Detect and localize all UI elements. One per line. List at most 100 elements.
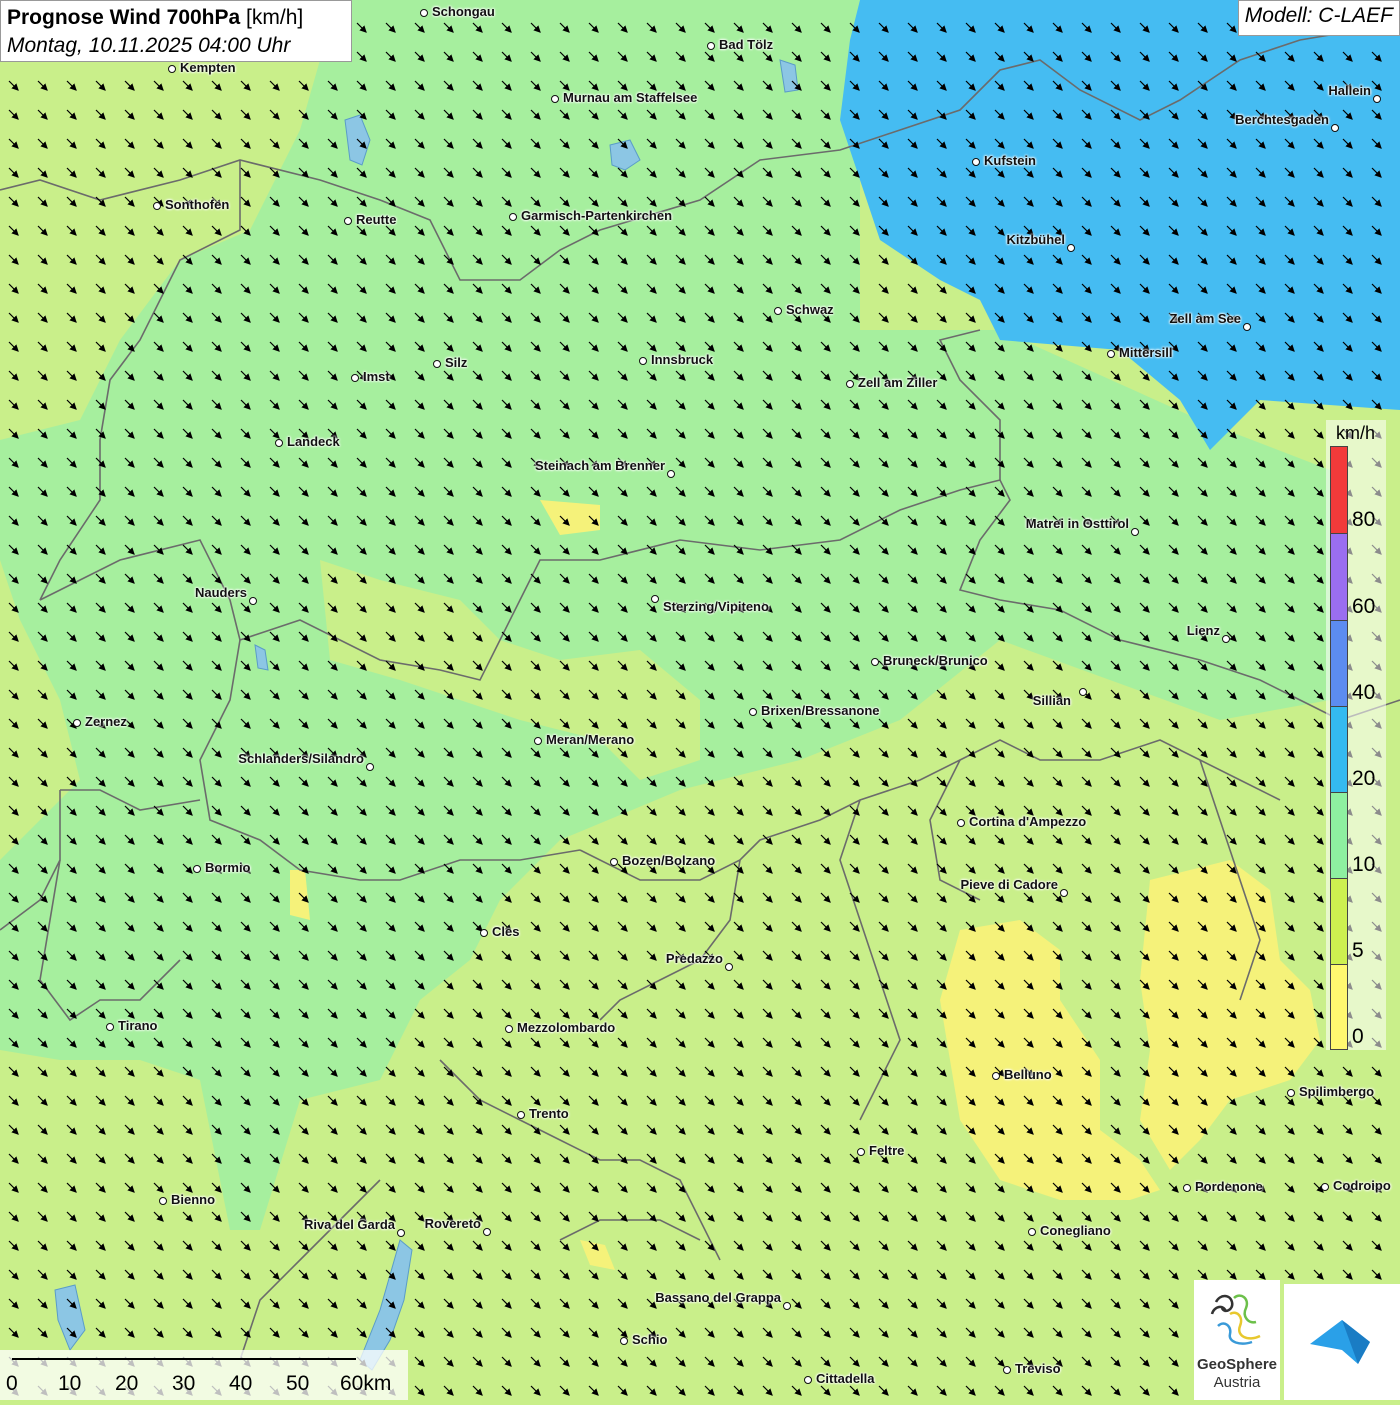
city-label[interactable]: Kempten xyxy=(180,60,236,75)
city-marker-icon xyxy=(420,9,428,17)
city-label[interactable]: Conegliano xyxy=(1040,1223,1111,1238)
city-marker-icon xyxy=(783,1302,791,1310)
city-label[interactable]: Bienno xyxy=(171,1192,215,1207)
city-marker-icon xyxy=(1003,1366,1011,1374)
legend-bar-80-plus xyxy=(1330,446,1348,534)
city-marker-icon xyxy=(972,158,980,166)
legend-bar-60-80 xyxy=(1330,533,1348,621)
map-title: Prognose Wind 700hPa [km/h] Montag, 10.1… xyxy=(0,0,352,62)
city-label[interactable]: Zernez xyxy=(85,714,127,729)
city-label[interactable]: Zell am Ziller xyxy=(858,375,937,390)
city-label[interactable]: Predazzo xyxy=(666,951,723,966)
city-marker-icon xyxy=(1131,528,1139,536)
city-label[interactable]: Trento xyxy=(529,1106,569,1121)
geosphere-logo[interactable]: GeoSphere Austria xyxy=(1194,1280,1280,1400)
city-label[interactable]: Imst xyxy=(363,369,390,384)
city-label[interactable]: Treviso xyxy=(1015,1361,1061,1376)
city-label[interactable]: Kitzbühel xyxy=(1007,232,1066,247)
city-label[interactable]: Riva del Garda xyxy=(304,1217,395,1232)
scale-tick: 50 xyxy=(286,1372,310,1395)
legend-unit: km/h xyxy=(1336,423,1376,443)
city-label[interactable]: Steinach am Brenner xyxy=(535,458,665,473)
city-label[interactable]: Feltre xyxy=(869,1143,904,1158)
city-label[interactable]: Sonthofen xyxy=(165,197,229,212)
city-label[interactable]: Murnau am Staffelsee xyxy=(563,90,697,105)
city-marker-icon xyxy=(480,929,488,937)
city-label[interactable]: Codroipo xyxy=(1333,1178,1391,1193)
city-label[interactable]: Cles xyxy=(492,924,519,939)
city-marker-icon xyxy=(871,658,879,666)
city-label[interactable]: Cittadella xyxy=(816,1371,875,1386)
city-marker-icon xyxy=(73,719,81,727)
city-marker-icon xyxy=(351,374,359,382)
weather-app-logo[interactable] xyxy=(1284,1284,1400,1400)
city-label[interactable]: Schwaz xyxy=(786,302,834,317)
city-label[interactable]: Matrei in Osttirol xyxy=(1026,516,1129,531)
logo-line2: Austria xyxy=(1213,1374,1261,1391)
city-marker-icon xyxy=(534,737,542,745)
city-marker-icon xyxy=(106,1023,114,1031)
city-marker-icon xyxy=(517,1111,525,1119)
city-label[interactable]: Schio xyxy=(632,1332,667,1347)
city-marker-icon xyxy=(509,213,517,221)
city-marker-icon xyxy=(992,1072,1000,1080)
city-label[interactable]: Mezzolombardo xyxy=(517,1020,615,1035)
legend-bar-10-20 xyxy=(1330,792,1348,880)
city-label[interactable]: Schlanders/Silandro xyxy=(238,751,364,766)
city-marker-icon xyxy=(651,595,659,603)
city-label[interactable]: Kufstein xyxy=(984,153,1036,168)
city-label[interactable]: Bad Tölz xyxy=(719,37,773,52)
scale-tick: 40 xyxy=(229,1372,253,1395)
city-label[interactable]: Bozen/Bolzano xyxy=(622,853,715,868)
city-marker-icon xyxy=(153,202,161,210)
city-marker-icon xyxy=(505,1025,513,1033)
city-label[interactable]: Reutte xyxy=(356,212,396,227)
city-label[interactable]: Bassano del Grappa xyxy=(655,1290,781,1305)
city-marker-icon xyxy=(397,1229,405,1237)
scale-tick: 10 xyxy=(58,1372,82,1395)
city-label[interactable]: Zell am See xyxy=(1169,311,1241,326)
scale-line xyxy=(12,1358,356,1360)
city-label[interactable]: Belluno xyxy=(1004,1067,1052,1082)
city-label[interactable]: Pordenone xyxy=(1195,1179,1263,1194)
city-label[interactable]: Meran/Merano xyxy=(546,732,634,747)
city-label[interactable]: Brixen/Bressanone xyxy=(761,703,880,718)
city-marker-icon xyxy=(366,763,374,771)
city-label[interactable]: Silz xyxy=(445,355,467,370)
city-label[interactable]: Sterzing/Vipiteno xyxy=(663,599,769,614)
city-marker-icon xyxy=(804,1376,812,1384)
city-marker-icon xyxy=(639,357,647,365)
city-label[interactable]: Pieve di Cadore xyxy=(960,877,1058,892)
city-label[interactable]: Sillian xyxy=(1033,693,1071,708)
city-label[interactable]: Mittersill xyxy=(1119,345,1172,360)
city-marker-icon xyxy=(1287,1089,1295,1097)
city-marker-icon xyxy=(857,1148,865,1156)
city-label[interactable]: Berchtesgaden xyxy=(1235,112,1329,127)
city-label[interactable]: Garmisch-Partenkirchen xyxy=(521,208,672,223)
city-label[interactable]: Innsbruck xyxy=(651,352,713,367)
scale-tick: 30 xyxy=(172,1372,196,1395)
city-label[interactable]: Nauders xyxy=(195,585,247,600)
scale-tick: 0 xyxy=(6,1372,18,1395)
city-marker-icon xyxy=(1060,889,1068,897)
scale-tick: 60km xyxy=(340,1372,392,1395)
scale-tick: 20 xyxy=(115,1372,139,1395)
city-label[interactable]: Bormio xyxy=(205,860,251,875)
city-label[interactable]: Hallein xyxy=(1328,83,1371,98)
city-marker-icon xyxy=(1183,1184,1191,1192)
city-label[interactable]: Tirano xyxy=(118,1018,158,1033)
city-label[interactable]: Cortina d'Ampezzo xyxy=(969,814,1086,829)
legend-label-80: 80 xyxy=(1352,508,1376,531)
city-label[interactable]: Lienz xyxy=(1187,623,1220,638)
title-unit: [km/h] xyxy=(246,6,304,29)
legend-bar-40-60 xyxy=(1330,620,1348,708)
city-label[interactable]: Schongau xyxy=(432,4,495,19)
city-marker-icon xyxy=(725,963,733,971)
city-label[interactable]: Spilimbergo xyxy=(1299,1084,1374,1099)
city-marker-icon xyxy=(667,470,675,478)
city-label[interactable]: Bruneck/Brunico xyxy=(883,653,988,668)
city-marker-icon xyxy=(168,65,176,73)
city-label[interactable]: Rovereto xyxy=(425,1216,481,1231)
city-label[interactable]: Landeck xyxy=(287,434,340,449)
city-marker-icon xyxy=(344,217,352,225)
